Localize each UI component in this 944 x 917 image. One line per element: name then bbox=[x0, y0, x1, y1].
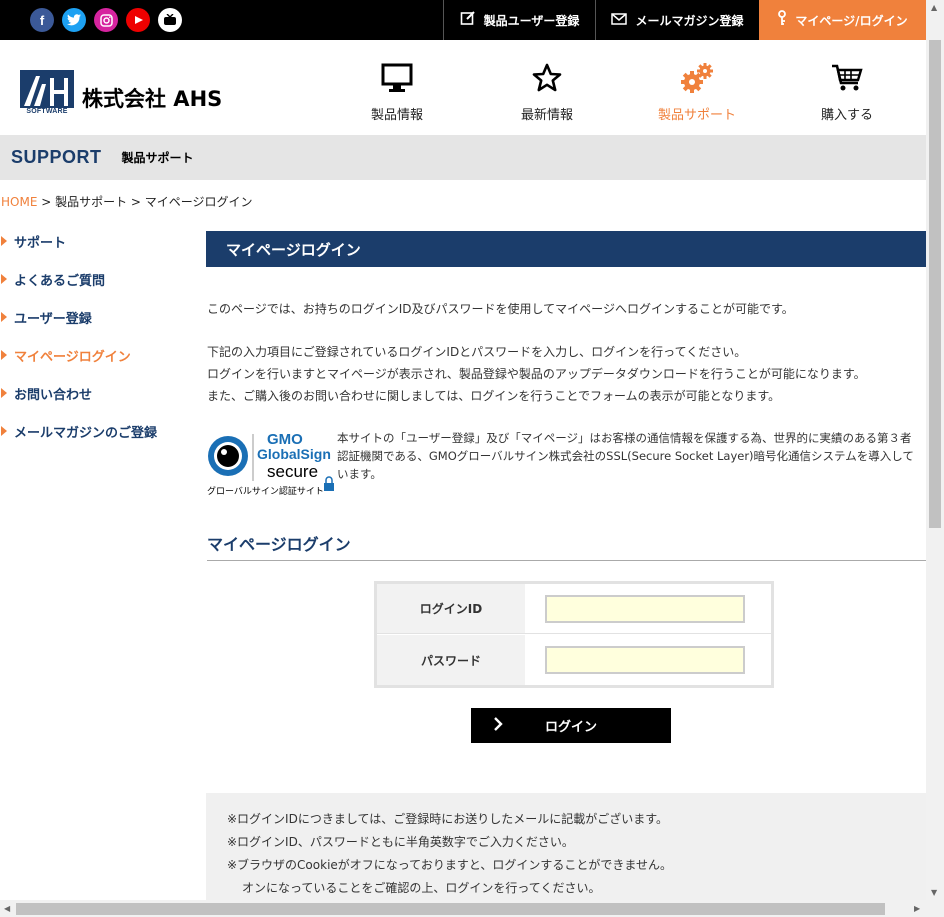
instructions-text: 下記の入力項目にご登録されているログインIDとパスワードを入力し、ログインを行っ… bbox=[207, 345, 866, 403]
page-title: マイページログイン bbox=[206, 231, 926, 267]
youtube-icon[interactable] bbox=[126, 8, 150, 32]
nav-purchase[interactable]: 購入する bbox=[772, 58, 922, 123]
mail-register-link[interactable]: メールマガジン登録 bbox=[595, 0, 759, 40]
login-id-input[interactable] bbox=[545, 594, 745, 623]
sidebar-item-faq[interactable]: よくあるご質問 bbox=[0, 270, 190, 308]
triangle-right-icon bbox=[1, 274, 7, 284]
triangle-right-icon bbox=[1, 388, 7, 398]
instagram-icon[interactable] bbox=[94, 8, 118, 32]
globalsign-brand: GlobalSign bbox=[257, 446, 331, 462]
breadcrumb-home[interactable]: HOME bbox=[1, 195, 37, 209]
login-form: ログインID パスワード bbox=[374, 581, 774, 688]
login-button[interactable]: ログイン bbox=[471, 708, 671, 743]
horizontal-scroll-thumb[interactable] bbox=[16, 903, 885, 915]
scroll-right-icon[interactable]: ▶ bbox=[914, 904, 920, 913]
product-register-link[interactable]: 製品ユーザー登録 bbox=[443, 0, 595, 40]
breadcrumb: HOME > 製品サポート > マイページログイン bbox=[1, 195, 253, 209]
nav-product-support[interactable]: 製品サポート bbox=[622, 58, 772, 123]
breadcrumb-support[interactable]: 製品サポート bbox=[55, 195, 127, 209]
breadcrumb-current: マイページログイン bbox=[144, 195, 253, 209]
star-icon bbox=[472, 58, 622, 98]
triangle-right-icon bbox=[1, 312, 7, 322]
ahs-logo-mark: SOFTWARE bbox=[20, 70, 74, 116]
triangle-right-icon bbox=[1, 350, 7, 360]
login-notes: ※ログインIDにつきましては、ご登録時にお送りしたメールに記載がございます。 ※… bbox=[206, 793, 926, 903]
triangle-right-icon bbox=[1, 236, 7, 246]
vertical-scroll-thumb[interactable] bbox=[929, 40, 941, 528]
envelope-icon bbox=[611, 11, 628, 29]
mypage-login-link[interactable]: マイページ/ログイン bbox=[759, 0, 926, 40]
sidebar-item-mail-magazine[interactable]: メールマガジンのご登録 bbox=[0, 422, 190, 460]
intro-text: このページでは、お持ちのログインID及びパスワードを使用してマイページへログイン… bbox=[207, 302, 794, 316]
band-title-en: SUPPORT bbox=[11, 147, 102, 167]
cart-icon bbox=[772, 58, 922, 98]
chevron-right-icon bbox=[493, 717, 503, 735]
sidebar-item-contact[interactable]: お問い合わせ bbox=[0, 384, 190, 422]
password-input[interactable] bbox=[545, 646, 745, 674]
gears-icon bbox=[622, 58, 772, 98]
band-title-jp: 製品サポート bbox=[121, 151, 194, 165]
twitter-icon[interactable] bbox=[62, 8, 86, 32]
globalsign-caption: グローバルサイン認証サイト bbox=[207, 487, 324, 497]
sidebar: サポート よくあるご質問 ユーザー登録 マイページログイン お問い合わせ メール… bbox=[0, 232, 190, 460]
monitor-icon bbox=[322, 58, 472, 98]
scroll-left-icon[interactable]: ◀ bbox=[4, 904, 10, 913]
facebook-icon[interactable]: f bbox=[30, 8, 54, 32]
sidebar-item-support[interactable]: サポート bbox=[0, 232, 190, 270]
triangle-right-icon bbox=[1, 426, 7, 436]
top-bar: f 製品ユーザー登録 メールマガジン登録 マイページ/ログイン bbox=[0, 0, 926, 40]
nav-product-info[interactable]: 製品情報 bbox=[322, 58, 472, 123]
nav-news[interactable]: 最新情報 bbox=[472, 58, 622, 123]
login-id-label: ログインID bbox=[377, 584, 525, 633]
company-name: 株式会社 AHS bbox=[82, 87, 223, 111]
form-heading: マイページログイン bbox=[207, 531, 926, 561]
note-item: オンになっていることをご確認の上、ログインを行ってください。 bbox=[242, 881, 601, 895]
sidebar-item-user-register[interactable]: ユーザー登録 bbox=[0, 308, 190, 346]
scroll-down-icon[interactable]: ▼ bbox=[931, 888, 937, 897]
note-item: ※ブラウザのCookieがオフになっておりますと、ログインすることができません。 bbox=[227, 858, 672, 872]
ssl-notice: 本サイトの「ユーザー登録」及び「マイページ」はお客様の通信情報を保護する為、世界… bbox=[337, 431, 914, 481]
scroll-up-icon[interactable]: ▲ bbox=[931, 3, 937, 12]
note-item: ※ログインIDにつきましては、ご登録時にお送りしたメールに記載がございます。 bbox=[227, 812, 669, 826]
social-links: f bbox=[30, 8, 182, 32]
login-id-row: ログインID bbox=[377, 584, 771, 634]
niconico-icon[interactable] bbox=[158, 8, 182, 32]
sidebar-item-mypage-login[interactable]: マイページログイン bbox=[0, 346, 190, 384]
globalsign-secure: secure bbox=[267, 462, 319, 481]
password-label: パスワード bbox=[377, 635, 525, 685]
edit-icon bbox=[460, 10, 476, 30]
password-row: パスワード bbox=[377, 635, 771, 685]
note-item: ※ログインID、パスワードともに半角英数字でご入力ください。 bbox=[227, 835, 574, 849]
main-nav: 製品情報 最新情報 製品サポート 購入する bbox=[322, 58, 922, 123]
section-band: SUPPORT 製品サポート bbox=[0, 135, 926, 180]
company-logo[interactable]: SOFTWARE 株式会社 AHS bbox=[20, 70, 222, 116]
globalsign-seal[interactable]: GMO GlobalSign secure グローバルサイン認証サイト bbox=[207, 431, 337, 501]
key-icon bbox=[777, 10, 787, 30]
